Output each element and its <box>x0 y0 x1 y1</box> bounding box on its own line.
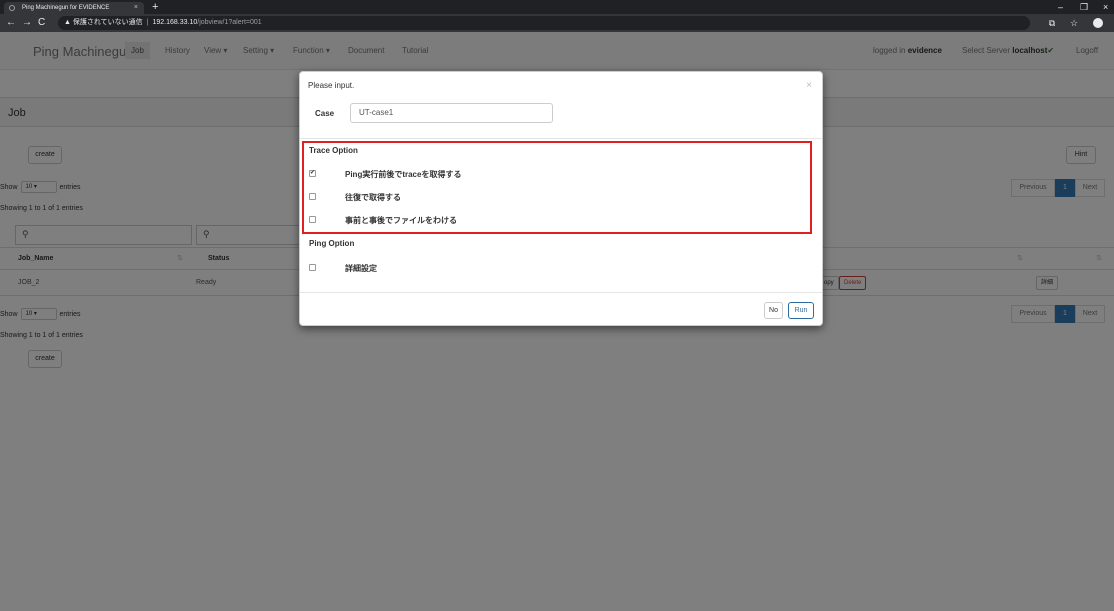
globe-icon <box>9 5 15 11</box>
url-field[interactable]: ▲ 保護されていない通信 | 192.168.33.10/jobview/1?ale… <box>58 16 1030 30</box>
trace-option-checkbox-1[interactable]: ✔ <box>309 170 316 177</box>
reload-icon[interactable]: C <box>38 14 45 32</box>
close-icon[interactable]: × <box>806 80 812 91</box>
url-host: 192.168.33.10 <box>152 19 198 26</box>
modal-title: Please input. <box>308 81 355 90</box>
tab-title: Ping Machinegun for EVIDENCE <box>22 5 110 11</box>
trace-option-label-2: 往復で取得する <box>345 193 401 202</box>
back-icon[interactable]: ← <box>6 14 16 32</box>
trace-option-label-1: Ping実行前後でtraceを取得する <box>345 170 462 179</box>
url-path: /jobview/1?alert=001 <box>197 19 262 26</box>
new-tab-icon[interactable]: + <box>152 0 158 14</box>
minimize-icon[interactable]: – <box>1058 0 1063 14</box>
bookmark-star-icon[interactable]: ☆ <box>1068 16 1080 30</box>
tab-close-icon[interactable]: × <box>134 2 138 14</box>
input-modal: Please input. × Case UT-case1 Trace Opti… <box>299 71 823 326</box>
divider <box>300 292 822 293</box>
forward-icon[interactable]: → <box>22 14 32 32</box>
no-button[interactable]: No <box>764 302 783 319</box>
maximize-icon[interactable]: ❐ <box>1080 0 1088 14</box>
divider <box>300 138 822 139</box>
translate-icon[interactable]: ⧉ <box>1046 16 1058 30</box>
ping-option-label-1: 詳細設定 <box>345 264 377 273</box>
browser-tab[interactable]: Ping Machinegun for EVIDENCE × <box>4 2 144 14</box>
case-label: Case <box>315 109 335 118</box>
address-bar: ← → C ▲ 保護されていない通信 | 192.168.33.10/jobview… <box>0 14 1114 32</box>
ping-option-checkbox-1[interactable] <box>309 264 316 271</box>
trace-option-checkbox-3[interactable] <box>309 216 316 223</box>
security-warning[interactable]: ▲ 保護されていない通信 <box>64 19 143 26</box>
trace-option-checkbox-2[interactable] <box>309 193 316 200</box>
trace-option-label-3: 事前と事後でファイルをわける <box>345 216 457 225</box>
ping-option-title: Ping Option <box>309 239 355 248</box>
trace-option-title: Trace Option <box>309 146 358 155</box>
case-input[interactable]: UT-case1 <box>350 103 553 123</box>
window-close-icon[interactable]: × <box>1103 0 1108 14</box>
run-button[interactable]: Run <box>788 302 814 319</box>
profile-avatar-icon[interactable] <box>1093 18 1103 28</box>
browser-tabstrip: Ping Machinegun for EVIDENCE × + – ❐ × <box>0 0 1114 14</box>
